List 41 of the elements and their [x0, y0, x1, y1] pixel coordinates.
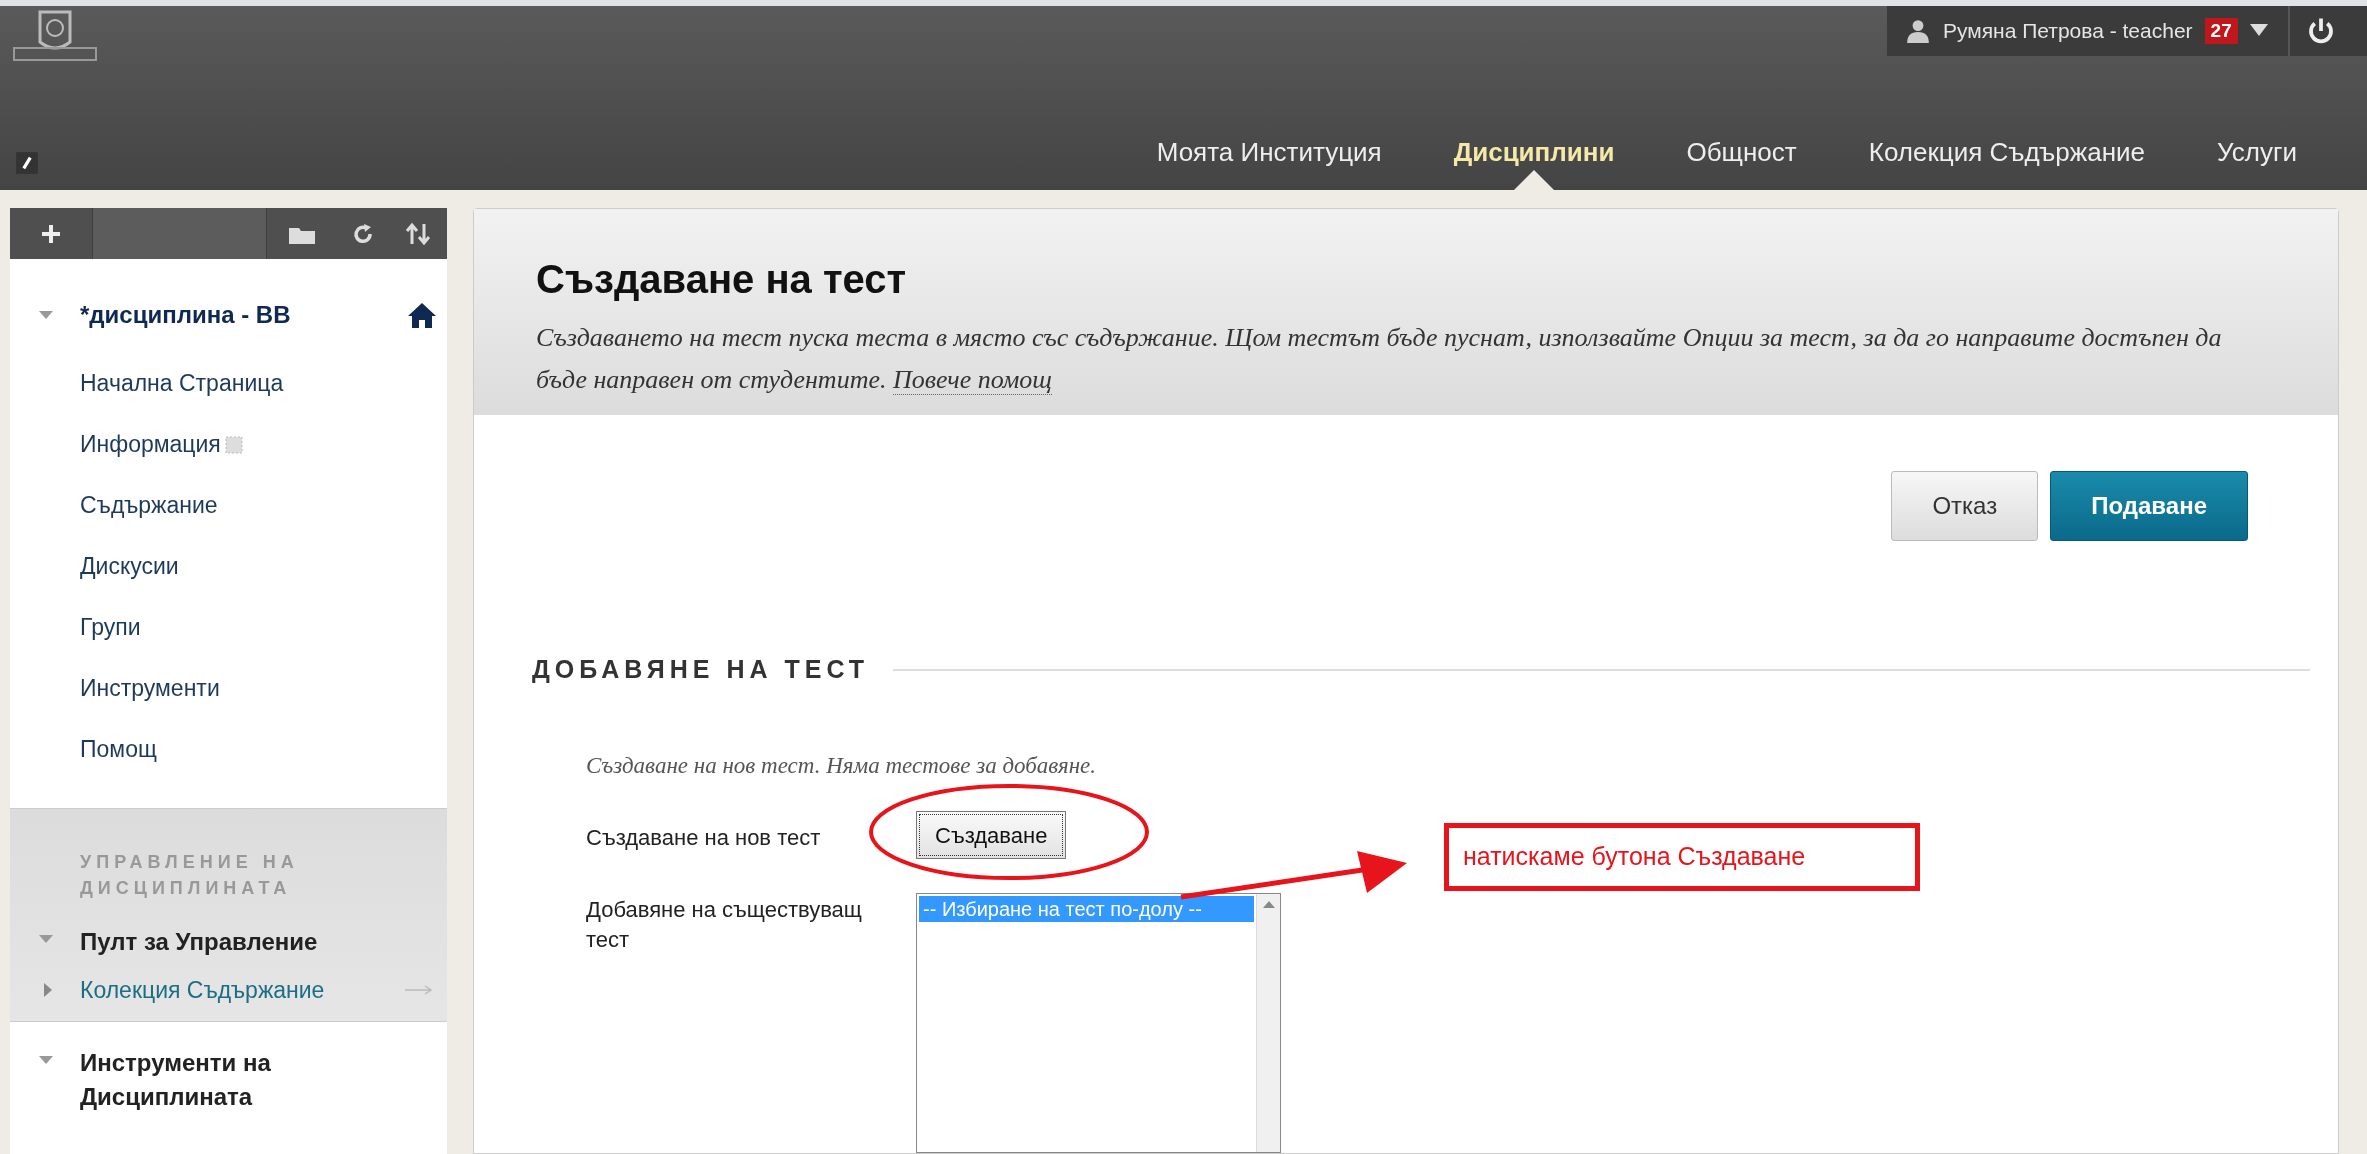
nav-tab[interactable]: Общност [1686, 133, 1797, 172]
course-menu-item[interactable]: Помощ [80, 732, 157, 767]
nav-tab[interactable]: Колекция Съдържание [1868, 133, 2146, 172]
section-note: Създаване на нов тест. Няма тестове за добавяне. [586, 751, 1098, 780]
home-icon[interactable] [407, 301, 437, 329]
cancel-button[interactable]: Отказ [1891, 471, 2039, 541]
annotation-callout: натискаме бутона Създаване [1444, 823, 1920, 891]
course-menu-item[interactable]: Начална Страница [80, 366, 284, 401]
management-group[interactable]: Пулт за Управление [80, 925, 380, 959]
hidden-item-icon [224, 435, 243, 454]
section-title: ДОБАВЯНЕ НА ТЕСТ [532, 654, 870, 685]
nav-tab[interactable]: Дисциплини [1453, 133, 1615, 172]
course-menu-item[interactable]: Групи [80, 610, 141, 645]
user-name[interactable]: Румяна Петрова - teacher [1943, 15, 2193, 47]
submit-button[interactable]: Подаване [2050, 471, 2248, 541]
page-title: Създаване на тест [536, 256, 908, 303]
active-tab-pointer-icon [1514, 170, 1555, 190]
nav-tab[interactable]: Моята Институция [1156, 133, 1382, 172]
link-icon[interactable] [14, 150, 40, 176]
add-icon[interactable] [40, 222, 62, 245]
course-menu-item[interactable]: Съдържание [80, 488, 218, 523]
scrollbar[interactable] [1256, 894, 1280, 1152]
notification-count: 27 [2204, 18, 2238, 44]
course-title[interactable]: *дисциплина - BB [80, 297, 407, 333]
user-icon [1905, 18, 1931, 44]
nav-tab[interactable]: Услуги [2217, 133, 2297, 172]
create-button[interactable]: Създаване [916, 811, 1067, 859]
course-menu-item[interactable]: Информация [80, 427, 221, 462]
dropdown-caret-icon[interactable] [2249, 24, 2268, 38]
course-menu-item[interactable]: Дискусии [80, 549, 179, 584]
more-help-link[interactable]: Повече помощ [892, 365, 1052, 395]
management-link[interactable]: Колекция Съдържание [80, 972, 405, 1008]
field-label: Създаване на нов тест [586, 824, 822, 852]
scroll-up-icon[interactable] [1262, 900, 1275, 908]
refresh-icon[interactable] [351, 221, 375, 246]
field-label: Добавяне на съществуващ тест [586, 896, 863, 954]
arrow-right-icon [405, 985, 433, 995]
page-description: Създаването на тест пуска теста в място със съдържание. Щом тестът бъде пуснат, използвайте Опции за тест, за да го направите достъпен да бъде направен от студентите. Повече помощ [536, 322, 2223, 397]
sort-icon[interactable] [405, 221, 431, 246]
course-menu-item[interactable]: Инструменти [80, 671, 220, 706]
section-heading: УПРАВЛЕНИЕ НА ДИСЦИПЛИНАТА [80, 851, 300, 900]
